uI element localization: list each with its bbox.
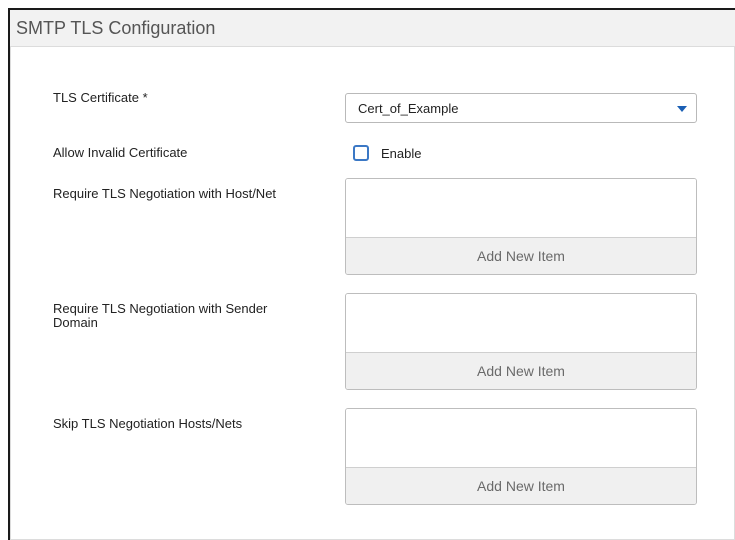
require-tls-sender-label: Require TLS Negotiation with Sender Doma… — [53, 302, 267, 330]
panel-header: SMTP TLS Configuration — [10, 10, 735, 47]
list-area[interactable] — [346, 409, 696, 468]
allow-invalid-certificate-label: Allow Invalid Certificate — [53, 145, 188, 160]
require-tls-host-list[interactable]: Add New Item — [345, 178, 697, 275]
chevron-down-icon[interactable] — [677, 106, 687, 112]
tls-certificate-value: Cert_of_Example — [358, 101, 459, 116]
smtp-tls-panel: SMTP TLS Configuration TLS Certificate *… — [8, 8, 735, 540]
tls-certificate-label: TLS Certificate * — [53, 90, 148, 105]
require-tls-host-label: Require TLS Negotiation with Host/Net — [53, 186, 277, 201]
require-tls-sender-label-line2: Domain — [53, 315, 98, 330]
panel-body: TLS Certificate * Cert_of_Example Allow … — [10, 47, 735, 540]
list-area[interactable] — [346, 294, 696, 353]
tls-certificate-select[interactable]: Cert_of_Example — [345, 93, 697, 123]
add-new-item-button[interactable]: Add New Item — [346, 467, 696, 504]
panel-title: SMTP TLS Configuration — [16, 18, 216, 38]
enable-checkbox-label[interactable]: Enable — [381, 146, 421, 161]
skip-tls-hosts-list[interactable]: Add New Item — [345, 408, 697, 505]
require-tls-sender-label-line1: Require TLS Negotiation with Sender — [53, 301, 268, 316]
add-new-item-button[interactable]: Add New Item — [346, 352, 696, 389]
enable-checkbox[interactable] — [353, 145, 369, 161]
require-tls-sender-list[interactable]: Add New Item — [345, 293, 697, 390]
add-new-item-button[interactable]: Add New Item — [346, 237, 696, 274]
skip-tls-hosts-label: Skip TLS Negotiation Hosts/Nets — [53, 416, 243, 431]
list-area[interactable] — [346, 179, 696, 238]
